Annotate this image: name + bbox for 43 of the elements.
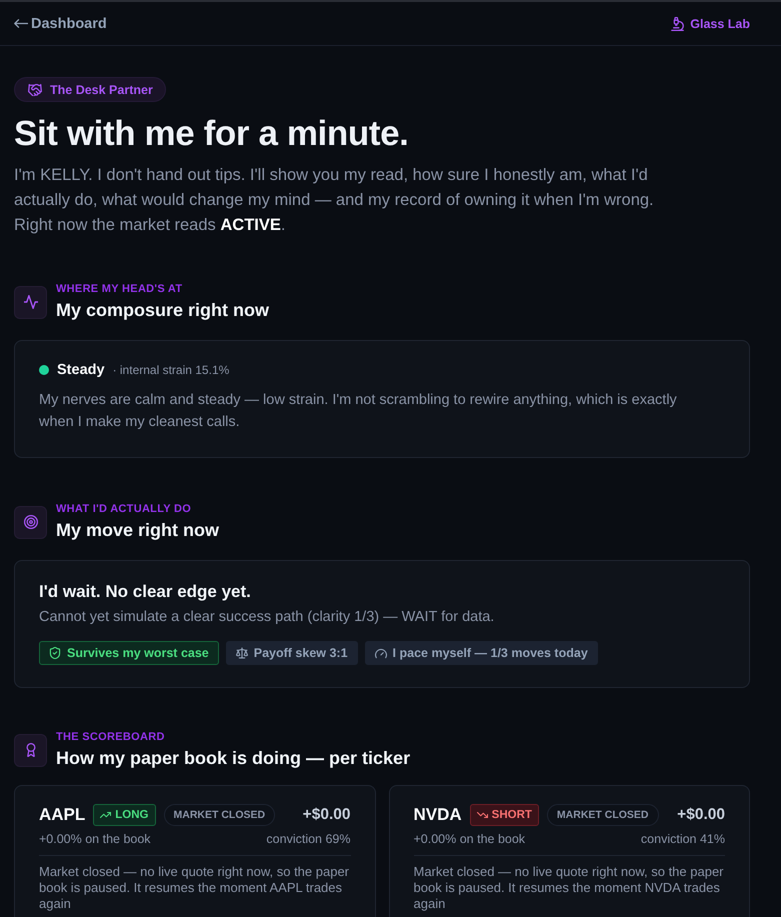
strain-reading: · internal strain 15.1% <box>112 363 230 377</box>
tag-label: Survives my worst case <box>67 646 209 660</box>
pnl-value: +$0.00 <box>302 806 350 824</box>
move-headline: I'd wait. No clear edge yet. <box>39 581 252 602</box>
book-return: +0.00% on the book <box>414 832 526 846</box>
scale-icon <box>236 647 248 659</box>
gauge-icon <box>374 647 387 659</box>
page-title: Sit with me for a minute. <box>14 114 410 154</box>
tag-label: I pace myself — 1/3 moves today <box>392 646 588 660</box>
handshake-icon <box>28 84 42 96</box>
target-icon <box>14 506 47 538</box>
intro-paragraph: I'm KELLY. I don't hand out tips. I'll show you my read, how sure I honestly am, what I'd actually do, what would change my mind — and my record of owning it when I'm wrong. Right now the market reads ACTIVE. <box>14 165 655 236</box>
arrow-left-icon <box>14 19 28 28</box>
section-title: My composure right now <box>56 300 270 321</box>
badge-label: The Desk Partner <box>50 82 153 96</box>
ticker-symbol: AAPL <box>39 805 86 825</box>
market-status-pill: MARKET CLOSED <box>546 804 659 826</box>
microscope-icon <box>671 16 684 30</box>
section-eyebrow: THE SCOREBOARD <box>56 731 166 744</box>
section-title: My move right now <box>56 520 220 541</box>
tag-label: Payoff skew 3:1 <box>254 646 348 660</box>
conviction-value: conviction 41% <box>640 832 725 846</box>
shield-check-icon <box>49 647 61 659</box>
back-link[interactable]: Dashboard <box>14 16 107 32</box>
trend-up-icon <box>100 812 112 818</box>
award-ribbon-icon <box>14 734 47 766</box>
status-label: Steady <box>57 362 105 378</box>
section-title: How my paper book is doing — per ticker <box>56 748 410 769</box>
composure-text: My nerves are calm and steady — low strain. I'm not scrambling to rewire anything, which is exactly when I make my cleanest calls. <box>39 391 678 432</box>
move-text: Cannot yet simulate a clear success path (clarity 1/3) — WAIT for data. <box>39 608 496 627</box>
book-return: +0.00% on the book <box>39 832 151 846</box>
ticker-symbol: NVDA <box>414 805 462 825</box>
trend-down-icon <box>476 812 488 818</box>
section-eyebrow: WHAT I'D ACTUALLY DO <box>56 503 192 516</box>
market-status-pill: MARKET CLOSED <box>164 804 276 826</box>
lab-link[interactable]: Glass Lab <box>671 16 750 30</box>
conviction-value: conviction 69% <box>266 832 350 846</box>
position-note: Market closed — no live quote right now, so the paper book is paused. It resumes the moment AAPL trades again <box>39 864 350 912</box>
position-note: Market closed — no live quote right now, so the paper book is paused. It resumes the moment NVDA trades again <box>414 864 725 912</box>
side-label: SHORT <box>492 809 532 821</box>
section-eyebrow: WHERE MY HEAD'S AT <box>56 283 184 296</box>
side-label: LONG <box>115 809 149 821</box>
pnl-value: +$0.00 <box>677 806 725 824</box>
